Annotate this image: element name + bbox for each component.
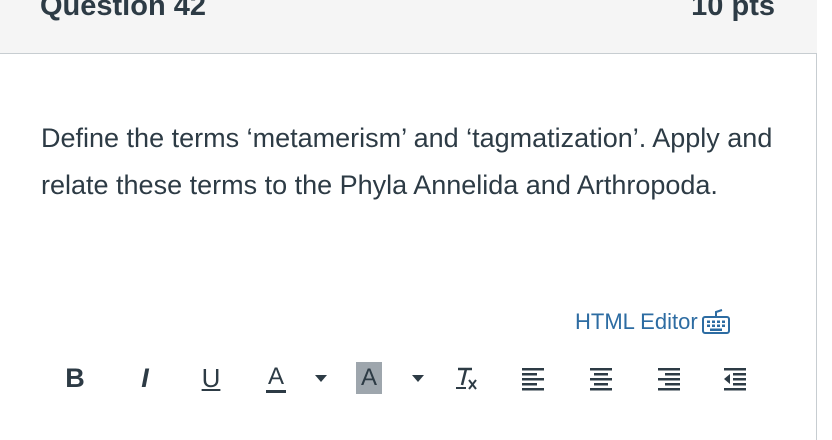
align-center-button[interactable] xyxy=(586,358,616,398)
align-left-button[interactable] xyxy=(518,358,548,398)
align-left-icon xyxy=(522,368,544,391)
bold-button[interactable]: B xyxy=(60,358,90,398)
clear-formatting-icon xyxy=(456,367,477,390)
background-color-button[interactable]: A xyxy=(352,358,386,398)
italic-button[interactable]: I xyxy=(130,358,160,398)
keyboard-icon xyxy=(700,308,732,336)
editor-toolbar: B I U A A xyxy=(60,358,770,398)
background-color-label: A xyxy=(355,362,382,394)
align-center-icon xyxy=(590,368,612,391)
question-title: Question 42 xyxy=(40,0,206,22)
align-right-icon xyxy=(658,368,680,391)
outdent-button[interactable] xyxy=(720,358,750,398)
font-color-label: A xyxy=(265,363,286,393)
underline-button[interactable]: U xyxy=(196,358,226,398)
question-text: Define the terms ‘metamerism’ and ‘tagma… xyxy=(41,123,773,200)
chevron-down-icon[interactable] xyxy=(412,375,424,382)
question-card: Question 42 10 pts Define the terms ‘met… xyxy=(0,0,817,440)
question-points: 10 pts xyxy=(691,0,775,22)
question-header: Question 42 10 pts xyxy=(0,0,817,54)
align-right-button[interactable] xyxy=(654,358,684,398)
html-editor-link[interactable]: HTML Editor xyxy=(575,308,732,336)
outdent-icon xyxy=(724,368,746,391)
font-color-button[interactable]: A xyxy=(256,358,296,398)
chevron-down-icon[interactable] xyxy=(315,375,327,382)
clear-formatting-button[interactable] xyxy=(450,358,484,398)
html-editor-label: HTML Editor xyxy=(575,309,698,334)
